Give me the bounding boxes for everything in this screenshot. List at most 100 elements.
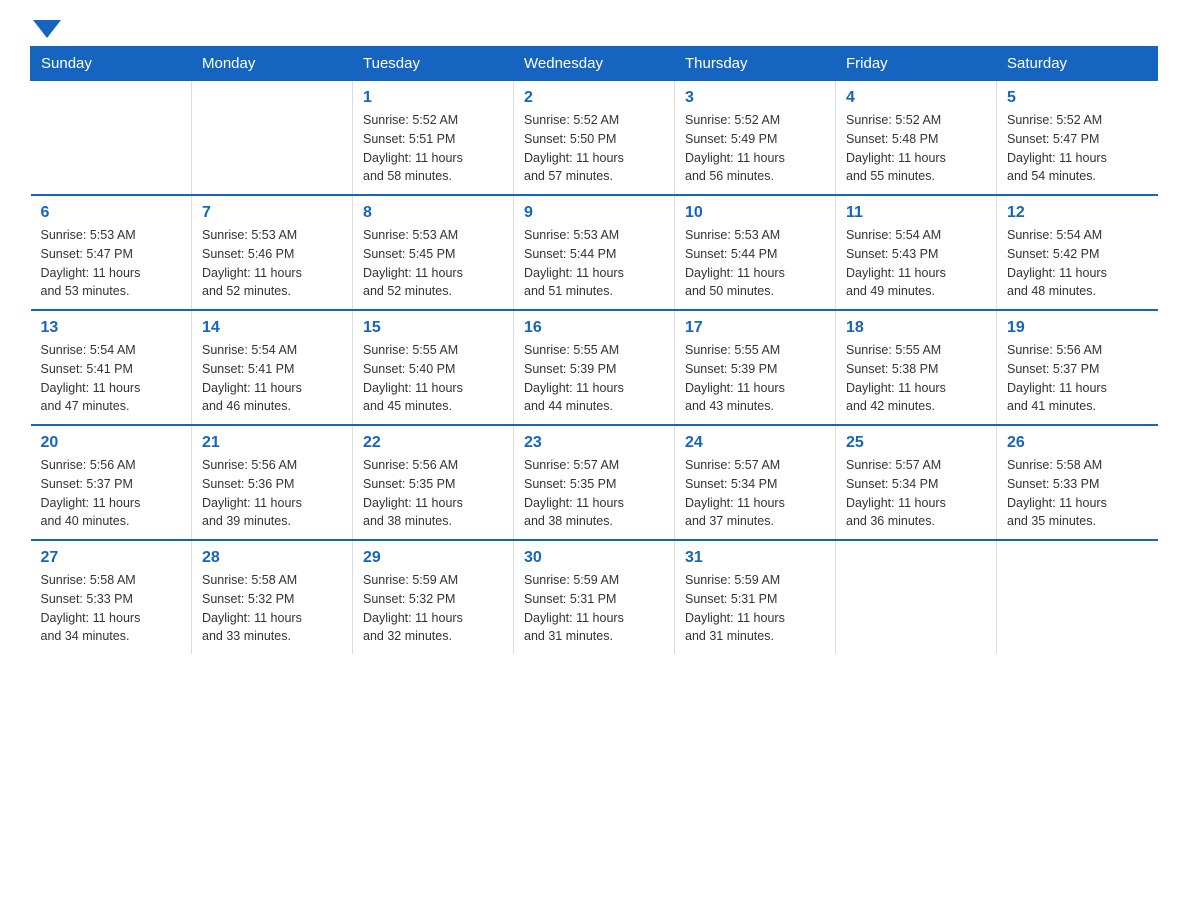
day-number: 26 xyxy=(1007,434,1148,452)
calendar-cell xyxy=(31,81,192,196)
day-number: 31 xyxy=(685,549,825,567)
calendar-cell: 5Sunrise: 5:52 AM Sunset: 5:47 PM Daylig… xyxy=(997,81,1158,196)
calendar-cell: 16 Sunrise: 5:55 AM Sunset: 5:39 PM Dayli… xyxy=(514,310,675,425)
day-number: 17 xyxy=(685,319,825,337)
day-info: Sunrise: 5:54 AM Sunset: 5:41 PM Dayligh… xyxy=(41,341,182,416)
day-info: Sunrise: 5:52 AM Sunset: 5:47 PM Dayligh… xyxy=(1007,111,1148,186)
calendar-cell: 30 Sunrise: 5:59 AM Sunset: 5:31 PM Dayli… xyxy=(514,540,675,654)
day-info: Sunrise: 5:58 AM Sunset: 5:33 PM Dayligh… xyxy=(1007,456,1148,531)
day-info: Sunrise: 5:57 AM Sunset: 5:34 PM Dayligh… xyxy=(846,456,986,531)
calendar-cell: 18 Sunrise: 5:55 AM Sunset: 5:38 PM Dayli… xyxy=(836,310,997,425)
calendar-cell: 27Sunrise: 5:58 AM Sunset: 5:33 PM Dayli… xyxy=(31,540,192,654)
calendar-cell: 13 Sunrise: 5:54 AM Sunset: 5:41 PM Dayli… xyxy=(31,310,192,425)
day-number: 28 xyxy=(202,549,342,567)
day-number: 11 xyxy=(846,204,986,222)
calendar-cell: 4 Sunrise: 5:52 AM Sunset: 5:48 PM Daylig… xyxy=(836,81,997,196)
calendar-cell: 10Sunrise: 5:53 AM Sunset: 5:44 PM Dayli… xyxy=(675,195,836,310)
calendar-cell: 14Sunrise: 5:54 AM Sunset: 5:41 PM Dayli… xyxy=(192,310,353,425)
day-number: 3 xyxy=(685,89,825,107)
logo xyxy=(30,20,61,36)
day-number: 7 xyxy=(202,204,342,222)
header-friday: Friday xyxy=(836,47,997,81)
calendar-cell: 3 Sunrise: 5:52 AM Sunset: 5:49 PM Daylig… xyxy=(675,81,836,196)
day-info: Sunrise: 5:56 AM Sunset: 5:37 PM Dayligh… xyxy=(1007,341,1148,416)
day-info: Sunrise: 5:55 AM Sunset: 5:40 PM Dayligh… xyxy=(363,341,503,416)
header-thursday: Thursday xyxy=(675,47,836,81)
day-number: 13 xyxy=(41,319,182,337)
day-info: Sunrise: 5:52 AM Sunset: 5:48 PM Dayligh… xyxy=(846,111,986,186)
day-info: Sunrise: 5:55 AM Sunset: 5:38 PM Dayligh… xyxy=(846,341,986,416)
day-info: Sunrise: 5:57 AM Sunset: 5:35 PM Dayligh… xyxy=(524,456,664,531)
day-number: 1 xyxy=(363,89,503,107)
calendar-cell: 9Sunrise: 5:53 AM Sunset: 5:44 PM Daylig… xyxy=(514,195,675,310)
calendar-cell: 19 Sunrise: 5:56 AM Sunset: 5:37 PM Dayli… xyxy=(997,310,1158,425)
calendar-body: 1 Sunrise: 5:52 AM Sunset: 5:51 PM Daylig… xyxy=(31,81,1158,655)
calendar-cell: 25 Sunrise: 5:57 AM Sunset: 5:34 PM Dayli… xyxy=(836,425,997,540)
header-sunday: Sunday xyxy=(31,47,192,81)
day-info: Sunrise: 5:56 AM Sunset: 5:37 PM Dayligh… xyxy=(41,456,182,531)
day-info: Sunrise: 5:59 AM Sunset: 5:31 PM Dayligh… xyxy=(524,571,664,646)
day-number: 18 xyxy=(846,319,986,337)
day-number: 30 xyxy=(524,549,664,567)
day-number: 10 xyxy=(685,204,825,222)
day-number: 8 xyxy=(363,204,503,222)
day-number: 23 xyxy=(524,434,664,452)
day-info: Sunrise: 5:54 AM Sunset: 5:43 PM Dayligh… xyxy=(846,226,986,301)
calendar-cell: 11 Sunrise: 5:54 AM Sunset: 5:43 PM Dayli… xyxy=(836,195,997,310)
day-number: 19 xyxy=(1007,319,1148,337)
week-row-1: 1 Sunrise: 5:52 AM Sunset: 5:51 PM Daylig… xyxy=(31,81,1158,196)
day-info: Sunrise: 5:52 AM Sunset: 5:50 PM Dayligh… xyxy=(524,111,664,186)
day-number: 16 xyxy=(524,319,664,337)
day-info: Sunrise: 5:53 AM Sunset: 5:47 PM Dayligh… xyxy=(41,226,182,301)
day-number: 25 xyxy=(846,434,986,452)
day-info: Sunrise: 5:53 AM Sunset: 5:46 PM Dayligh… xyxy=(202,226,342,301)
week-row-4: 20 Sunrise: 5:56 AM Sunset: 5:37 PM Dayli… xyxy=(31,425,1158,540)
day-info: Sunrise: 5:59 AM Sunset: 5:32 PM Dayligh… xyxy=(363,571,503,646)
day-info: Sunrise: 5:52 AM Sunset: 5:51 PM Dayligh… xyxy=(363,111,503,186)
calendar-cell xyxy=(836,540,997,654)
header-row: SundayMondayTuesdayWednesdayThursdayFrid… xyxy=(31,47,1158,81)
week-row-2: 6 Sunrise: 5:53 AM Sunset: 5:47 PM Daylig… xyxy=(31,195,1158,310)
week-row-5: 27Sunrise: 5:58 AM Sunset: 5:33 PM Dayli… xyxy=(31,540,1158,654)
day-number: 20 xyxy=(41,434,182,452)
day-number: 15 xyxy=(363,319,503,337)
calendar-cell: 26 Sunrise: 5:58 AM Sunset: 5:33 PM Dayli… xyxy=(997,425,1158,540)
day-number: 6 xyxy=(41,204,182,222)
calendar-cell: 6 Sunrise: 5:53 AM Sunset: 5:47 PM Daylig… xyxy=(31,195,192,310)
day-info: Sunrise: 5:52 AM Sunset: 5:49 PM Dayligh… xyxy=(685,111,825,186)
calendar-cell: 23 Sunrise: 5:57 AM Sunset: 5:35 PM Dayli… xyxy=(514,425,675,540)
calendar-cell: 15 Sunrise: 5:55 AM Sunset: 5:40 PM Dayli… xyxy=(353,310,514,425)
day-number: 2 xyxy=(524,89,664,107)
day-number: 12 xyxy=(1007,204,1148,222)
calendar-cell: 12 Sunrise: 5:54 AM Sunset: 5:42 PM Dayli… xyxy=(997,195,1158,310)
day-info: Sunrise: 5:56 AM Sunset: 5:36 PM Dayligh… xyxy=(202,456,342,531)
day-number: 14 xyxy=(202,319,342,337)
logo-triangle-icon xyxy=(33,20,61,38)
day-info: Sunrise: 5:56 AM Sunset: 5:35 PM Dayligh… xyxy=(363,456,503,531)
day-number: 21 xyxy=(202,434,342,452)
header-saturday: Saturday xyxy=(997,47,1158,81)
day-number: 29 xyxy=(363,549,503,567)
day-info: Sunrise: 5:53 AM Sunset: 5:44 PM Dayligh… xyxy=(524,226,664,301)
day-info: Sunrise: 5:58 AM Sunset: 5:33 PM Dayligh… xyxy=(41,571,182,646)
day-info: Sunrise: 5:54 AM Sunset: 5:42 PM Dayligh… xyxy=(1007,226,1148,301)
calendar-cell: 24Sunrise: 5:57 AM Sunset: 5:34 PM Dayli… xyxy=(675,425,836,540)
day-number: 22 xyxy=(363,434,503,452)
day-info: Sunrise: 5:55 AM Sunset: 5:39 PM Dayligh… xyxy=(524,341,664,416)
day-info: Sunrise: 5:53 AM Sunset: 5:45 PM Dayligh… xyxy=(363,226,503,301)
calendar-cell xyxy=(997,540,1158,654)
calendar-cell: 31 Sunrise: 5:59 AM Sunset: 5:31 PM Dayli… xyxy=(675,540,836,654)
header-tuesday: Tuesday xyxy=(353,47,514,81)
calendar-cell: 22 Sunrise: 5:56 AM Sunset: 5:35 PM Dayli… xyxy=(353,425,514,540)
calendar-cell: 28 Sunrise: 5:58 AM Sunset: 5:32 PM Dayli… xyxy=(192,540,353,654)
week-row-3: 13 Sunrise: 5:54 AM Sunset: 5:41 PM Dayli… xyxy=(31,310,1158,425)
day-info: Sunrise: 5:57 AM Sunset: 5:34 PM Dayligh… xyxy=(685,456,825,531)
header-wednesday: Wednesday xyxy=(514,47,675,81)
header-monday: Monday xyxy=(192,47,353,81)
day-number: 4 xyxy=(846,89,986,107)
calendar-cell: 8 Sunrise: 5:53 AM Sunset: 5:45 PM Daylig… xyxy=(353,195,514,310)
calendar-cell: 1 Sunrise: 5:52 AM Sunset: 5:51 PM Daylig… xyxy=(353,81,514,196)
day-info: Sunrise: 5:58 AM Sunset: 5:32 PM Dayligh… xyxy=(202,571,342,646)
calendar-cell: 20 Sunrise: 5:56 AM Sunset: 5:37 PM Dayli… xyxy=(31,425,192,540)
day-info: Sunrise: 5:59 AM Sunset: 5:31 PM Dayligh… xyxy=(685,571,825,646)
